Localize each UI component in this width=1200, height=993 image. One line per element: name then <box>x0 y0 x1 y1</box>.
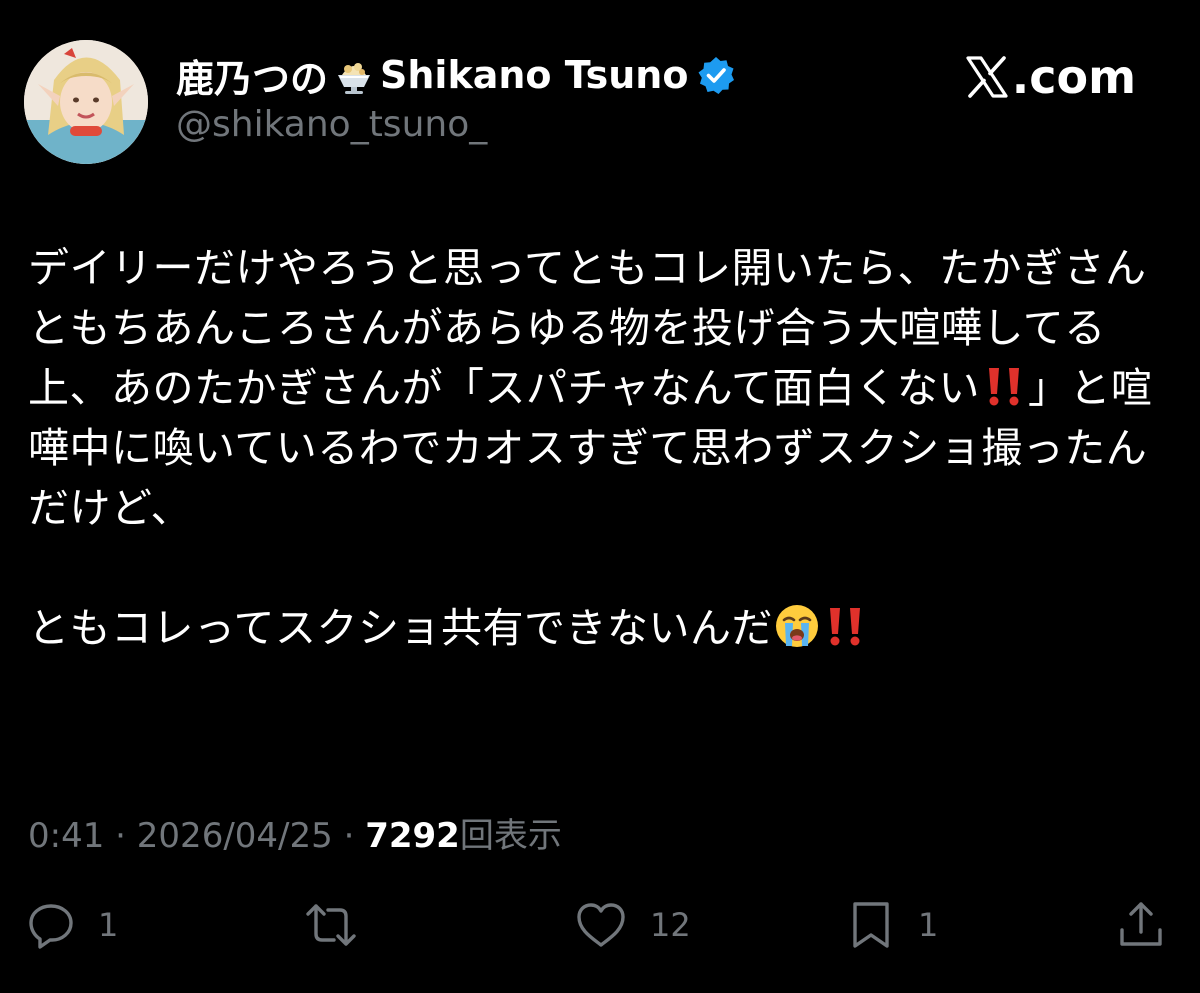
tweet-text-paragraph-2: ともコレってスクショ共有できないんだ <box>28 604 773 652</box>
reply-count: 1 <box>98 906 119 944</box>
brand-logo: .com <box>964 50 1136 104</box>
reply-button[interactable]: 1 <box>26 900 118 950</box>
tweet-paragraph-2: ともコレってスクショ共有できないんだ <box>28 598 1178 658</box>
like-icon <box>574 900 628 950</box>
avatar[interactable] <box>24 40 148 164</box>
bookmark-count: 1 <box>918 906 939 944</box>
author-handle[interactable]: @shikano_tsuno_ <box>176 104 736 145</box>
meta-separator: · <box>343 816 355 856</box>
share-button[interactable] <box>1116 900 1166 950</box>
tweet-meta: 0:41 · 2026/04/25 · 7292回表示 <box>28 808 562 857</box>
brand-label: .com <box>1011 50 1136 104</box>
double-exclamation-icon <box>980 362 1028 410</box>
share-icon <box>1116 900 1166 950</box>
tweet-actions: 1 12 1 <box>24 900 1174 952</box>
view-count[interactable]: 7292 <box>365 816 460 856</box>
tweet-date[interactable]: 2026/04/25 <box>137 816 333 856</box>
author-names: 鹿乃つの Shikano Tsuno @shikano_tsuno_ <box>176 50 736 145</box>
verified-badge-icon <box>696 55 736 95</box>
like-count: 12 <box>650 906 691 944</box>
bookmark-button[interactable]: 1 <box>846 900 938 950</box>
tweet-text: デイリーだけやろうと思ってともコレ開いたら、たかぎさんともちあんころさんがあらゆ… <box>28 238 1178 658</box>
reply-icon <box>26 900 76 950</box>
tweet-text-part-1: デイリーだけやろうと思ってともコレ開いたら、たかぎさんともちあんころさんがあらゆ… <box>28 244 1147 412</box>
display-name-row[interactable]: 鹿乃つの Shikano Tsuno <box>176 48 736 103</box>
repost-icon <box>304 900 358 950</box>
tweet-paragraph-1: デイリーだけやろうと思ってともコレ開いたら、たかぎさんともちあんころさんがあらゆ… <box>28 238 1178 538</box>
views-label: 回表示 <box>459 816 562 856</box>
bookmark-icon <box>846 900 896 950</box>
loudly-crying-face-icon <box>773 602 821 650</box>
like-button[interactable]: 12 <box>574 900 691 950</box>
display-name[interactable]: 鹿乃つの <box>176 48 328 103</box>
repost-button[interactable] <box>304 900 380 950</box>
display-name-suffix[interactable]: Shikano Tsuno <box>380 53 688 97</box>
x-logo-icon <box>964 54 1010 100</box>
tweet-time[interactable]: 0:41 <box>28 816 104 856</box>
shaved-ice-icon <box>332 53 376 97</box>
meta-separator: · <box>115 816 126 856</box>
double-exclamation-icon <box>821 602 869 650</box>
tweet-header: 鹿乃つの Shikano Tsuno @shikano_tsuno_ .com <box>24 40 1176 164</box>
